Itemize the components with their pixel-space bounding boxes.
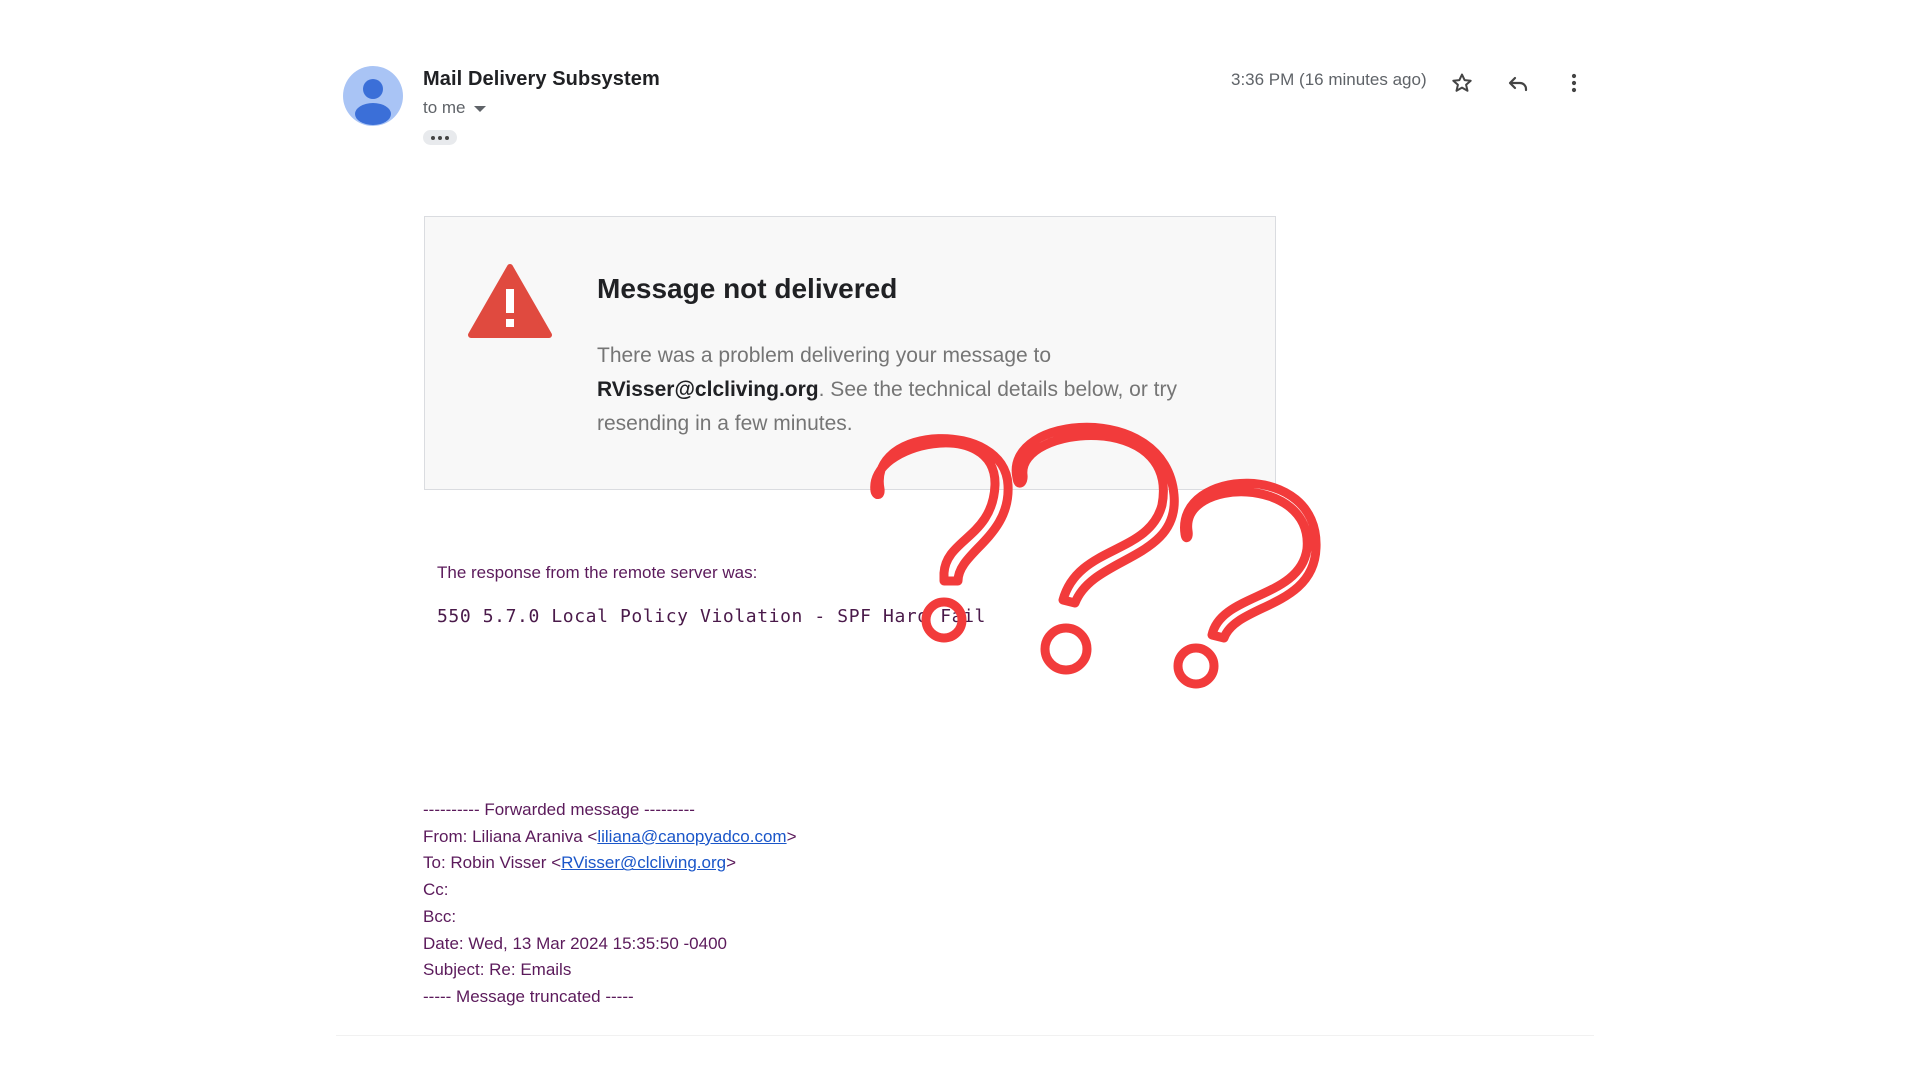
recipient-toggle[interactable]: to me <box>423 98 486 118</box>
star-icon[interactable] <box>1447 68 1477 98</box>
alert-title: Message not delivered <box>597 273 898 304</box>
response-label: The response from the remote server was: <box>437 563 758 582</box>
from-email-link[interactable]: liliana@canopyadco.com <box>597 827 786 846</box>
forwarded-message: ---------- Forwarded message --------- F… <box>423 797 797 1011</box>
recipient-label: to me <box>423 98 466 117</box>
to-email-link[interactable]: RVisser@clcliving.org <box>561 853 726 872</box>
recipient-email: RVisser@clcliving.org <box>597 378 819 401</box>
from-suffix: > <box>786 826 797 846</box>
sender-name: Mail Delivery Subsystem <box>423 68 660 90</box>
forwarded-header: ---------- Forwarded message --------- <box>423 800 695 819</box>
person-icon <box>355 79 391 125</box>
forwarded-date: Date: Wed, 13 Mar 2024 15:35:50 -0400 <box>423 933 727 953</box>
divider <box>336 1035 1594 1036</box>
question-mark-icon <box>1173 478 1321 689</box>
forwarded-subject: Subject: Re: Emails <box>423 960 572 980</box>
response-code: 550 5.7.0 Local Policy Violation - SPF H… <box>437 606 986 627</box>
forwarded-cc: Cc: <box>423 880 449 900</box>
chevron-down-icon[interactable] <box>473 106 486 112</box>
timestamp: 3:36 PM (16 minutes ago) <box>1231 70 1427 89</box>
forwarded-bcc: Bcc: <box>423 906 457 926</box>
forwarded-to: To: Robin Visser <RVisser@clcliving.org> <box>423 850 797 877</box>
avatar[interactable] <box>343 66 403 126</box>
more-vert-icon[interactable] <box>1559 68 1589 98</box>
to-suffix: > <box>726 853 737 873</box>
from-prefix: From: Liliana Araniva < <box>423 826 598 846</box>
reply-icon[interactable] <box>1503 68 1533 98</box>
alert-body-prefix: There was a problem delivering your mess… <box>597 344 1052 367</box>
email-view: Mail Delivery Subsystem to me 3:36 PM (1… <box>0 0 1920 1080</box>
warning-icon <box>468 264 552 338</box>
alert-body: There was a problem delivering your mess… <box>597 339 1237 441</box>
forwarded-from: From: Liliana Araniva <liliana@canopyadc… <box>423 824 797 851</box>
message-truncated: ----- Message truncated ----- <box>423 986 634 1006</box>
to-prefix: To: Robin Visser < <box>423 853 562 873</box>
question-marks-overlay <box>870 422 1321 689</box>
more-horizontal-icon[interactable] <box>423 130 457 145</box>
delivery-failure-notice: Message not delivered There was a proble… <box>424 216 1276 490</box>
